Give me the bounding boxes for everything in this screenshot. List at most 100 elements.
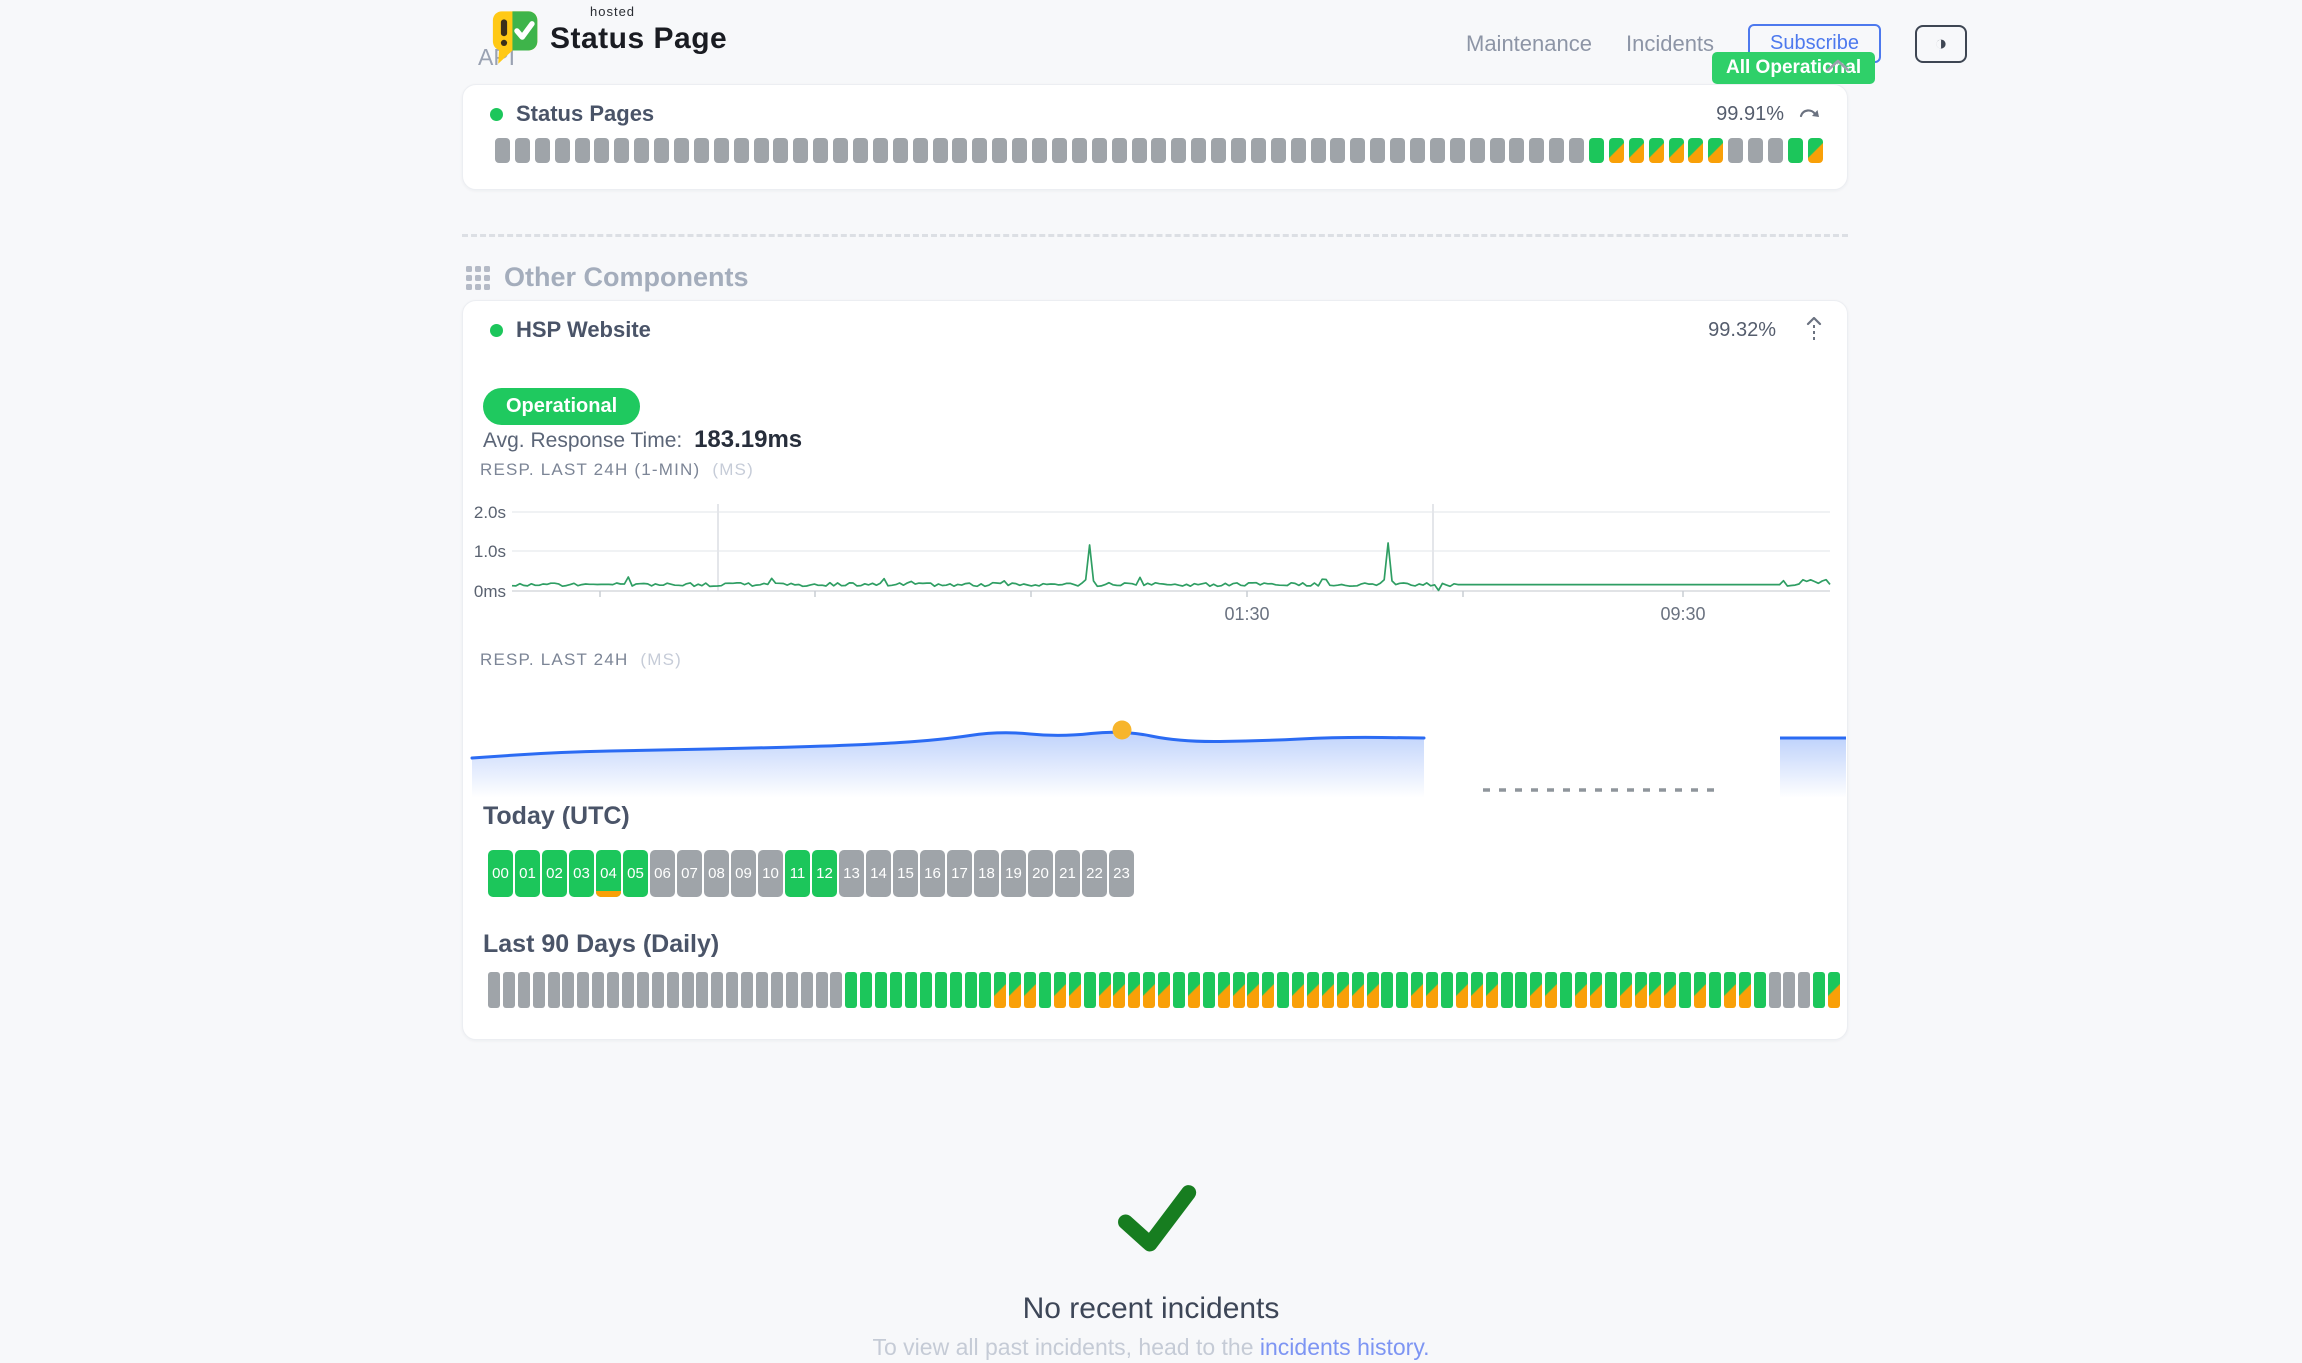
uptime-bar[interactable] xyxy=(634,138,649,163)
uptime-bar[interactable] xyxy=(1072,138,1087,163)
uptime-bar[interactable] xyxy=(754,138,769,163)
uptime-bar[interactable] xyxy=(1509,138,1524,163)
uptime-bar[interactable] xyxy=(1569,138,1584,163)
uptime-bar[interactable] xyxy=(1501,972,1513,1008)
incidents-history-link[interactable]: incidents history. xyxy=(1260,1334,1430,1360)
uptime-bar[interactable] xyxy=(1783,972,1795,1008)
uptime-bar[interactable] xyxy=(1590,972,1602,1008)
uptime-bar[interactable] xyxy=(1262,972,1274,1008)
uptime-bar[interactable] xyxy=(1808,138,1823,163)
uptime-bar[interactable] xyxy=(1024,972,1036,1008)
chart-marker-dot[interactable] xyxy=(1113,721,1132,740)
uptime-bar[interactable] xyxy=(1292,972,1304,1008)
uptime-bar[interactable] xyxy=(1039,972,1051,1008)
uptime-bar[interactable] xyxy=(1605,972,1617,1008)
uptime-bar[interactable] xyxy=(1052,138,1067,163)
uptime-bar[interactable] xyxy=(734,138,749,163)
uptime-bar[interactable] xyxy=(1084,972,1096,1008)
uptime-bar[interactable] xyxy=(592,972,604,1008)
uptime-bar[interactable] xyxy=(972,138,987,163)
uptime-bar[interactable] xyxy=(652,972,664,1008)
hour-block[interactable]: 15 xyxy=(893,850,918,897)
uptime-bar[interactable] xyxy=(1709,972,1721,1008)
uptime-bar[interactable] xyxy=(1322,972,1334,1008)
uptime-bar[interactable] xyxy=(1128,972,1140,1008)
uptime-bar[interactable] xyxy=(1649,972,1661,1008)
hour-block[interactable]: 10 xyxy=(758,850,783,897)
uptime-bar[interactable] xyxy=(1679,972,1691,1008)
uptime-bar[interactable] xyxy=(913,138,928,163)
chevron-up-icon[interactable] xyxy=(1826,58,1850,72)
uptime-bar[interactable] xyxy=(1470,138,1485,163)
uptime-bar[interactable] xyxy=(773,138,788,163)
uptime-bar[interactable] xyxy=(1426,972,1438,1008)
nav-maintenance[interactable]: Maintenance xyxy=(1466,31,1592,57)
uptime-bar[interactable] xyxy=(575,138,590,163)
uptime-bar[interactable] xyxy=(1754,972,1766,1008)
uptime-bar[interactable] xyxy=(1009,972,1021,1008)
uptime-bar[interactable] xyxy=(714,138,729,163)
uptime-bar[interactable] xyxy=(1515,972,1527,1008)
uptime-bar[interactable] xyxy=(1132,138,1147,163)
uptime-bar[interactable] xyxy=(1748,138,1763,163)
uptime-bar[interactable] xyxy=(1218,972,1230,1008)
hour-block[interactable]: 18 xyxy=(974,850,999,897)
uptime-bar[interactable] xyxy=(933,138,948,163)
uptime-bar[interactable] xyxy=(801,972,813,1008)
uptime-bar[interactable] xyxy=(1649,138,1664,163)
uptime-bar[interactable] xyxy=(1396,972,1408,1008)
uptime-bar[interactable] xyxy=(1390,138,1405,163)
uptime-bar[interactable] xyxy=(1367,972,1379,1008)
uptime-bar[interactable] xyxy=(1629,138,1644,163)
uptime-bar[interactable] xyxy=(1828,972,1840,1008)
uptime-bar[interactable] xyxy=(1291,138,1306,163)
uptime-bar[interactable] xyxy=(1669,138,1684,163)
hour-block[interactable]: 13 xyxy=(839,850,864,897)
hour-block[interactable]: 05 xyxy=(623,850,648,897)
uptime-bar[interactable] xyxy=(503,972,515,1008)
uptime-bar[interactable] xyxy=(1381,972,1393,1008)
uptime-bar[interactable] xyxy=(1191,138,1206,163)
uptime-bar[interactable] xyxy=(935,972,947,1008)
uptime-bar[interactable] xyxy=(1352,972,1364,1008)
uptime-bar[interactable] xyxy=(1620,972,1632,1008)
uptime-bar[interactable] xyxy=(1099,972,1111,1008)
uptime-bar[interactable] xyxy=(1271,138,1286,163)
uptime-bar[interactable] xyxy=(667,972,679,1008)
uptime-bar[interactable] xyxy=(637,972,649,1008)
uptime-bar[interactable] xyxy=(771,972,783,1008)
uptime-bar[interactable] xyxy=(495,138,510,163)
hour-block[interactable]: 21 xyxy=(1055,850,1080,897)
uptime-bar[interactable] xyxy=(1069,972,1081,1008)
hour-block[interactable]: 17 xyxy=(947,850,972,897)
hour-block[interactable]: 14 xyxy=(866,850,891,897)
nav-incidents[interactable]: Incidents xyxy=(1626,31,1714,57)
uptime-bar[interactable] xyxy=(793,138,808,163)
uptime-bar[interactable] xyxy=(833,138,848,163)
uptime-bar[interactable] xyxy=(1456,972,1468,1008)
uptime-bar[interactable] xyxy=(1694,972,1706,1008)
uptime-bar[interactable] xyxy=(890,972,902,1008)
uptime-bar[interactable] xyxy=(1688,138,1703,163)
uptime-bar[interactable] xyxy=(1430,138,1445,163)
uptime-bar[interactable] xyxy=(1549,138,1564,163)
uptime-bar[interactable] xyxy=(488,972,500,1008)
uptime-bar[interactable] xyxy=(535,138,550,163)
uptime-bar[interactable] xyxy=(756,972,768,1008)
uptime-bar[interactable] xyxy=(786,972,798,1008)
uptime-bar[interactable] xyxy=(1151,138,1166,163)
uptime-bar[interactable] xyxy=(1203,972,1215,1008)
uptime-bar[interactable] xyxy=(594,138,609,163)
hour-block[interactable]: 19 xyxy=(1001,850,1026,897)
uptime-bar[interactable] xyxy=(875,972,887,1008)
uptime-bar[interactable] xyxy=(1247,972,1259,1008)
uptime-bar[interactable] xyxy=(965,972,977,1008)
uptime-bar[interactable] xyxy=(1330,138,1345,163)
uptime-bar[interactable] xyxy=(696,972,708,1008)
uptime-bar[interactable] xyxy=(622,972,634,1008)
refresh-icon[interactable] xyxy=(1798,104,1822,124)
uptime-bar[interactable] xyxy=(1211,138,1226,163)
uptime-bar[interactable] xyxy=(614,138,629,163)
uptime-bar[interactable] xyxy=(1337,972,1349,1008)
uptime-bar[interactable] xyxy=(950,972,962,1008)
